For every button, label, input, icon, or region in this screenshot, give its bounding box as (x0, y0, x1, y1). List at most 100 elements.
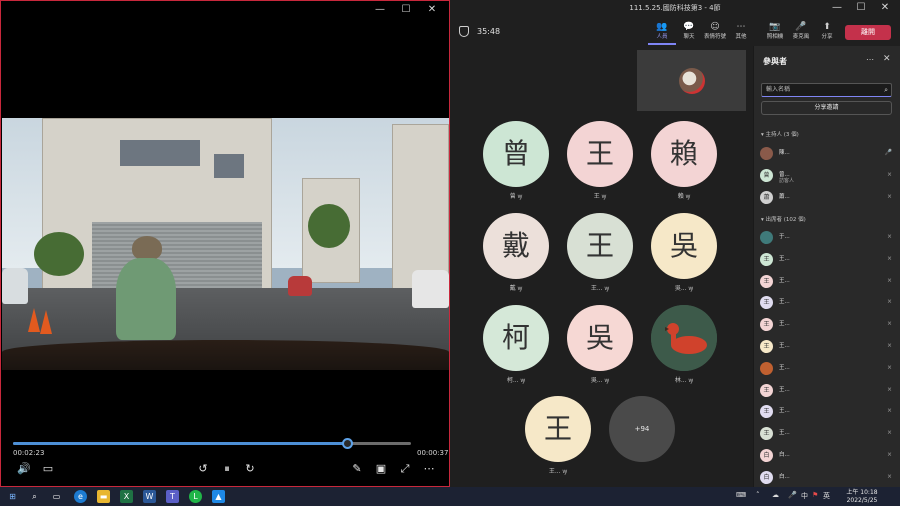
toolbar-label: 聊天 (683, 34, 695, 40)
participant-row[interactable]: 白白... ⨯ (760, 469, 896, 487)
participant-row[interactable]: 王王... ⨯ (760, 316, 896, 334)
more-options-icon[interactable]: ⋯ (420, 461, 438, 477)
participant-row[interactable]: 于... ⨯ (760, 229, 896, 247)
mic-off-icon: ⨯ (886, 170, 892, 178)
teams-window: 111.5.25.國防科技第3 - 4節 — ☐ ✕ 35:48 👥 人員 💬 聊天 ☺… (450, 0, 900, 487)
forward-icon[interactable]: ↻ (241, 461, 259, 477)
participant-tile[interactable]: 吳 (567, 305, 633, 371)
organizers-header[interactable]: ▾ 主持人 (3 個) (761, 130, 799, 138)
lang-indicator[interactable]: 英 (823, 491, 830, 501)
participant-name: 王... (779, 255, 790, 262)
minimize-button[interactable]: — (826, 1, 848, 15)
meeting-timer: 35:48 (477, 27, 501, 36)
keyboard-icon[interactable]: ⌨ (736, 491, 746, 499)
avatar: 王 (760, 252, 773, 266)
participant-tile[interactable]: 曾 (483, 121, 549, 187)
video-car (288, 276, 312, 296)
participant-tile[interactable]: 賴 (651, 121, 717, 187)
participant-tile[interactable] (651, 305, 717, 371)
fullscreen-icon[interactable]: ⤢ (396, 461, 414, 477)
close-button[interactable]: ✕ (421, 3, 443, 17)
start-icon[interactable]: ⊞ (6, 490, 19, 503)
close-button[interactable]: ✕ (874, 1, 896, 15)
share-invite-button[interactable]: 分享邀請 (761, 101, 892, 115)
toolbar-label: 分享 (821, 34, 833, 40)
participant-row[interactable]: 陳... 🎤 (760, 145, 896, 163)
mic-off-icon: ꝡ (604, 377, 610, 384)
subtitles-icon[interactable]: ▭ (39, 461, 57, 477)
seek-bar-thumb[interactable] (341, 438, 353, 449)
participant-row[interactable]: 王... ⨯ (760, 360, 896, 378)
participant-tile[interactable]: 王 (567, 213, 633, 279)
participant-tile[interactable]: 吳 (651, 213, 717, 279)
minimize-button[interactable]: — (369, 3, 391, 17)
toolbar-icon: ☺ (710, 22, 720, 32)
search-input[interactable]: 輸入名稱 ⌕ (761, 83, 892, 97)
maximize-button[interactable]: ☐ (850, 1, 872, 15)
participant-tile-name: 王... ꝡ (555, 283, 645, 292)
miniview-icon[interactable]: ▣ (372, 461, 390, 477)
leave-button[interactable]: 離開 (845, 25, 891, 40)
toolbar-button-5[interactable]: 🎤 麥克風 (787, 21, 815, 41)
system-clock[interactable]: 上午 10:18 2022/5/25 (842, 489, 882, 504)
participant-row[interactable]: 王王... ⨯ (760, 382, 896, 400)
flag-icon[interactable]: ⚑ (812, 491, 818, 499)
line-icon[interactable]: L (189, 490, 202, 503)
cloud-icon[interactable]: ☁ (772, 491, 779, 499)
toolbar-label: 表情符號 (703, 34, 726, 40)
participant-row[interactable]: 王王... ⨯ (760, 425, 896, 443)
participant-name: 王... (590, 285, 603, 292)
toolbar-button-4[interactable]: 📷 照相機 (761, 21, 789, 41)
self-view[interactable] (637, 50, 746, 111)
mic-off-icon: ꝡ (604, 285, 610, 292)
participant-tile[interactable]: 王 (525, 396, 591, 462)
mic-off-icon: ꝡ (601, 193, 607, 200)
toolbar-button-1[interactable]: 💬 聊天 (675, 21, 703, 41)
participant-row[interactable]: 王王... ⨯ (760, 294, 896, 312)
participant-tile[interactable]: 戴 (483, 213, 549, 279)
participant-row[interactable]: 王王... ⨯ (760, 251, 896, 269)
maximize-button[interactable]: ☐ (395, 3, 417, 17)
participant-tile-name: 戴 ꝡ (471, 283, 561, 292)
file-explorer-icon[interactable]: ▬ (97, 490, 110, 503)
excel-icon[interactable]: X (120, 490, 133, 503)
search-icon[interactable]: ⌕ (28, 490, 41, 503)
participant-row[interactable]: 王王... ⨯ (760, 273, 896, 291)
video-frame[interactable] (2, 118, 449, 370)
more-participants-tile[interactable]: +94 (609, 396, 675, 462)
mic-icon[interactable]: 🎤 (788, 491, 797, 499)
organizers-header-label: 主持人 (3 個) (765, 132, 799, 138)
pause-icon[interactable]: ⏸ (218, 461, 236, 477)
photos-icon[interactable]: ▲ (212, 490, 225, 503)
ime-indicator[interactable]: 中 (801, 491, 808, 501)
task-view-icon[interactable]: ▭ (50, 490, 63, 503)
participant-name: 王... (548, 468, 561, 475)
rewind-icon[interactable]: ↺ (194, 461, 212, 477)
participant-row[interactable]: 白白... ⨯ (760, 447, 896, 465)
participant-tile[interactable]: 柯 (483, 305, 549, 371)
word-icon[interactable]: W (143, 490, 156, 503)
participant-row[interactable]: 王王... ⨯ (760, 403, 896, 421)
taskbar: ⊞ ⌕ ▭ e ▬ X W T L ▲ ⌨ ˄ ☁ 🎤 中 ⚑ 英 上午 10:… (0, 487, 900, 506)
toolbar-button-3[interactable]: ⋯ 其他 (727, 21, 755, 41)
participant-row[interactable]: 蕭蕭... ⨯ (760, 189, 896, 207)
participant-name: 王... (779, 343, 790, 349)
close-icon[interactable]: ✕ (883, 54, 891, 64)
edge-icon[interactable]: e (74, 490, 87, 503)
participant-tile[interactable]: 王 (567, 121, 633, 187)
participant-name: 王 (593, 193, 600, 200)
mic-off-icon: ⨯ (886, 342, 892, 349)
toolbar-button-0[interactable]: 👥 人員 (648, 21, 676, 45)
attendees-header[interactable]: ▾ 出席者 (102 個) (761, 215, 806, 223)
toolbar-button-2[interactable]: ☺ 表情符號 (701, 21, 729, 41)
chevron-up-icon[interactable]: ˄ (756, 491, 760, 499)
more-icon[interactable]: ⋯ (866, 55, 874, 64)
seek-bar[interactable] (13, 438, 411, 449)
participant-row[interactable]: 曾曾... 訪客人 ⨯ (760, 167, 896, 185)
volume-icon[interactable]: 🔊 (15, 461, 33, 477)
teams-window-controls: — ☐ ✕ (826, 1, 896, 15)
edit-icon[interactable]: ✎ (348, 461, 366, 477)
teams-icon[interactable]: T (166, 490, 179, 503)
participant-row[interactable]: 王王... ⨯ (760, 338, 896, 356)
toolbar-button-6[interactable]: ⬆ 分享 (813, 21, 841, 41)
